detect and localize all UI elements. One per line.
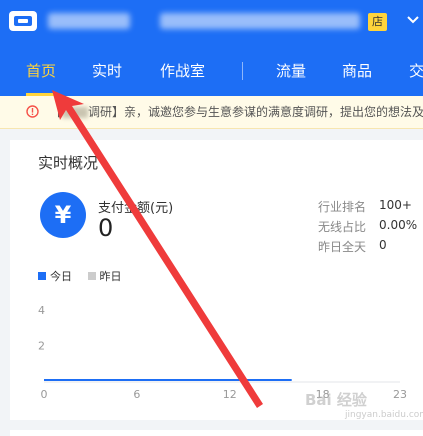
y-tick-label: 2 [38, 339, 45, 352]
main-nav: 首页 实时 作战室 流量 商品 交 [0, 48, 423, 96]
next-card-edge [10, 430, 423, 436]
legend-today[interactable]: 今日 [38, 268, 72, 284]
legend-yesterday[interactable]: 昨日 [87, 268, 122, 284]
stat-wireless-share: 无线占比 0.00% [318, 218, 417, 235]
stat-value: 0 [379, 238, 387, 252]
top-bar: 店 首页 实时 作战室 流量 商品 交 [0, 0, 423, 96]
nav-trade[interactable]: 交 [409, 48, 423, 96]
stat-value: 0.00% [379, 218, 418, 232]
nav-divider [242, 62, 243, 80]
nav-traffic[interactable]: 流量 [276, 48, 306, 96]
legend-swatch [87, 272, 96, 280]
account-name-blurred [160, 13, 360, 29]
metric-value: 0 [98, 214, 114, 242]
stat-label: 无线占比 [318, 220, 367, 234]
stat-value: 100+ [379, 198, 412, 212]
chart-legend: 今日 昨日 [38, 268, 134, 284]
watermark-main: Bai 经验 [305, 391, 367, 409]
nav-home[interactable]: 首页 [26, 48, 57, 96]
legend-label: 今日 [50, 270, 72, 283]
notice-bar[interactable]: 【 调研】亲，诚邀您参与生意参谋的满意度调研，提出您的想法及建议 [0, 96, 423, 129]
x-tick-label: 23 [393, 388, 407, 401]
nav-realtime[interactable]: 实时 [92, 48, 122, 96]
stat-yesterday-total: 昨日全天 0 [318, 238, 387, 255]
notice-blurred-word [62, 107, 89, 118]
realtime-overview-card: 实时概况 ¥ 支付金额(元) 0 行业排名 100+ 无线占比 0.00% 昨日… [10, 140, 423, 420]
x-tick-label: 0 [41, 388, 48, 401]
card-title: 实时概况 [38, 154, 99, 172]
x-tick-label: 6 [133, 388, 140, 401]
watermark-sub: jingyan.baidu.com [345, 410, 423, 420]
warning-icon [26, 105, 39, 118]
logo-icon [9, 11, 37, 31]
svg-text:¥: ¥ [55, 201, 72, 229]
legend-swatch [38, 272, 46, 280]
notice-text[interactable]: 【 调研】亲，诚邀您参与生意参谋的满意度调研，提出您的想法及建议 [50, 96, 423, 128]
chevron-down-icon[interactable] [406, 13, 420, 27]
yen-icon: ¥ [40, 192, 86, 238]
notice-message: 调研】亲，诚邀您参与生意参谋的满意度调研，提出您的想法及建议 [88, 105, 423, 119]
y-tick-label: 4 [38, 304, 45, 317]
notice-prefix: 【 [50, 105, 63, 119]
stat-industry-rank: 行业排名 100+ [318, 198, 412, 215]
shop-name-blurred [48, 13, 130, 29]
stat-label: 行业排名 [318, 200, 367, 214]
shop-badge[interactable]: 店 [368, 13, 387, 31]
nav-war-room[interactable]: 作战室 [160, 48, 205, 96]
legend-label: 昨日 [99, 270, 122, 283]
nav-product[interactable]: 商品 [342, 48, 372, 96]
x-tick-label: 12 [223, 388, 237, 401]
stat-label: 昨日全天 [318, 240, 367, 254]
